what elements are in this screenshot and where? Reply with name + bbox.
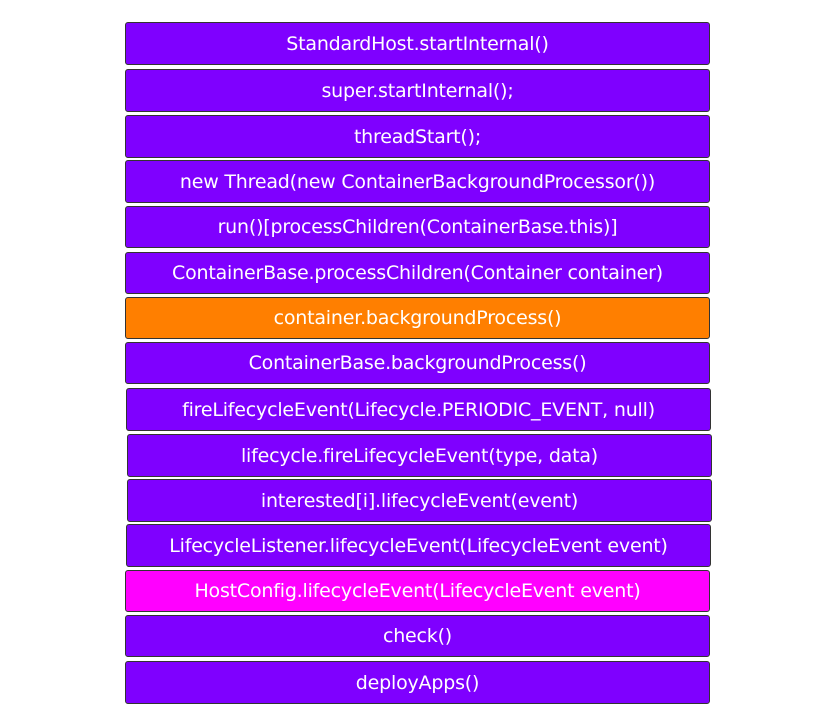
step-box: lifecycle.fireLifecycleEvent(type, data) xyxy=(127,434,712,477)
step-box: fireLifecycleEvent(Lifecycle.PERIODIC_EV… xyxy=(126,388,711,431)
step-box: deployApps() xyxy=(125,661,710,704)
step-box: run()[processChildren(ContainerBase.this… xyxy=(125,206,710,248)
step-box: interested[i].lifecycleEvent(event) xyxy=(127,479,712,522)
step-box-highlighted: container.backgroundProcess() xyxy=(125,297,710,339)
step-box: super.startInternal(); xyxy=(125,69,710,112)
step-box: ContainerBase.backgroundProcess() xyxy=(125,342,710,384)
step-box: threadStart(); xyxy=(125,115,710,158)
step-box: StandardHost.startInternal() xyxy=(125,22,710,65)
step-box: new Thread(new ContainerBackgroundProces… xyxy=(125,160,710,203)
step-box-highlighted: HostConfig.lifecycleEvent(LifecycleEvent… xyxy=(125,570,710,612)
step-box: check() xyxy=(125,615,710,657)
step-box: ContainerBase.processChildren(Container … xyxy=(125,252,710,294)
step-box: LifecycleListener.lifecycleEvent(Lifecyc… xyxy=(126,524,711,567)
call-stack-diagram: StandardHost.startInternal() super.start… xyxy=(0,0,839,719)
